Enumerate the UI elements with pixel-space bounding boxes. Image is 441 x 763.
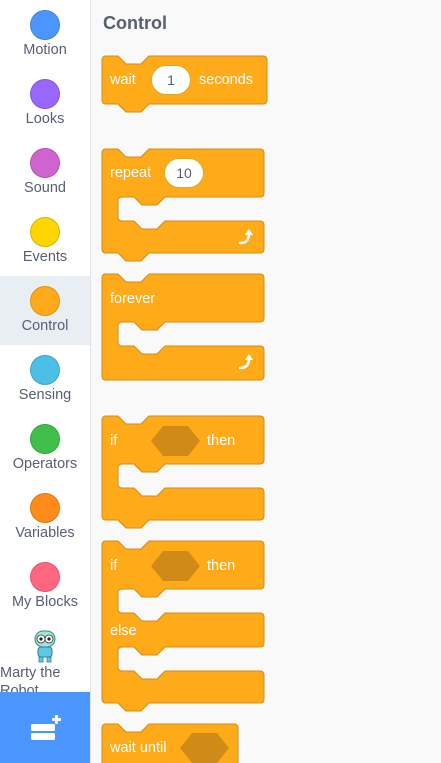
category-label: Variables — [15, 525, 75, 541]
category-motion[interactable]: Motion — [0, 0, 90, 69]
category-sensing[interactable]: Sensing — [0, 345, 90, 414]
category-variables[interactable]: Variables — [0, 483, 90, 552]
block-label: then — [207, 433, 236, 449]
palette-title: Control — [103, 13, 167, 33]
category-label: Sensing — [18, 387, 72, 403]
sensing-category-icon — [30, 355, 60, 385]
my-blocks-category-icon — [30, 562, 60, 592]
block-label: repeat — [110, 165, 152, 181]
category-events[interactable]: Events — [0, 207, 90, 276]
events-category-icon — [30, 217, 60, 247]
category-my-blocks[interactable]: My Blocks — [0, 552, 90, 621]
block-label: else — [110, 623, 137, 639]
category-label: Control — [21, 318, 69, 334]
looks-category-icon — [30, 79, 60, 109]
block-label: wait until — [110, 740, 167, 756]
category-label: My Blocks — [11, 594, 79, 610]
control-blocks-canvas — [101, 55, 268, 763]
category-operators[interactable]: Operators — [0, 414, 90, 483]
category-control[interactable]: Control — [0, 276, 90, 345]
variables-category-icon — [30, 493, 60, 523]
sound-category-icon — [30, 148, 60, 178]
repeat-count-input[interactable]: 10 — [164, 158, 204, 188]
category-label: Motion — [23, 42, 67, 58]
category-label: Operators — [12, 456, 78, 472]
marty-robot-icon — [34, 630, 56, 663]
category-label: Events — [22, 249, 68, 265]
block-label: wait — [110, 72, 136, 88]
block-label: then — [207, 558, 236, 574]
wait-seconds-input[interactable]: 1 — [151, 65, 191, 95]
category-looks[interactable]: Looks — [0, 69, 90, 138]
category-label: Sound — [24, 180, 66, 196]
block-label: forever — [110, 291, 156, 307]
add-extension-button[interactable] — [0, 692, 90, 763]
add-extension-icon — [30, 714, 61, 740]
category-label: Looks — [25, 111, 65, 127]
control-category-icon — [30, 286, 60, 316]
category-sound[interactable]: Sound — [0, 138, 90, 207]
block-label: if — [110, 433, 118, 449]
motion-category-icon — [30, 10, 60, 40]
category-sidebar: Motion Looks Sound Events Control Sensin… — [0, 0, 91, 763]
block-label: seconds — [199, 72, 254, 88]
block-label: if — [110, 558, 118, 574]
block-palette: Control wait 1 seconds repeat 10 forever… — [91, 0, 441, 763]
operators-category-icon — [30, 424, 60, 454]
